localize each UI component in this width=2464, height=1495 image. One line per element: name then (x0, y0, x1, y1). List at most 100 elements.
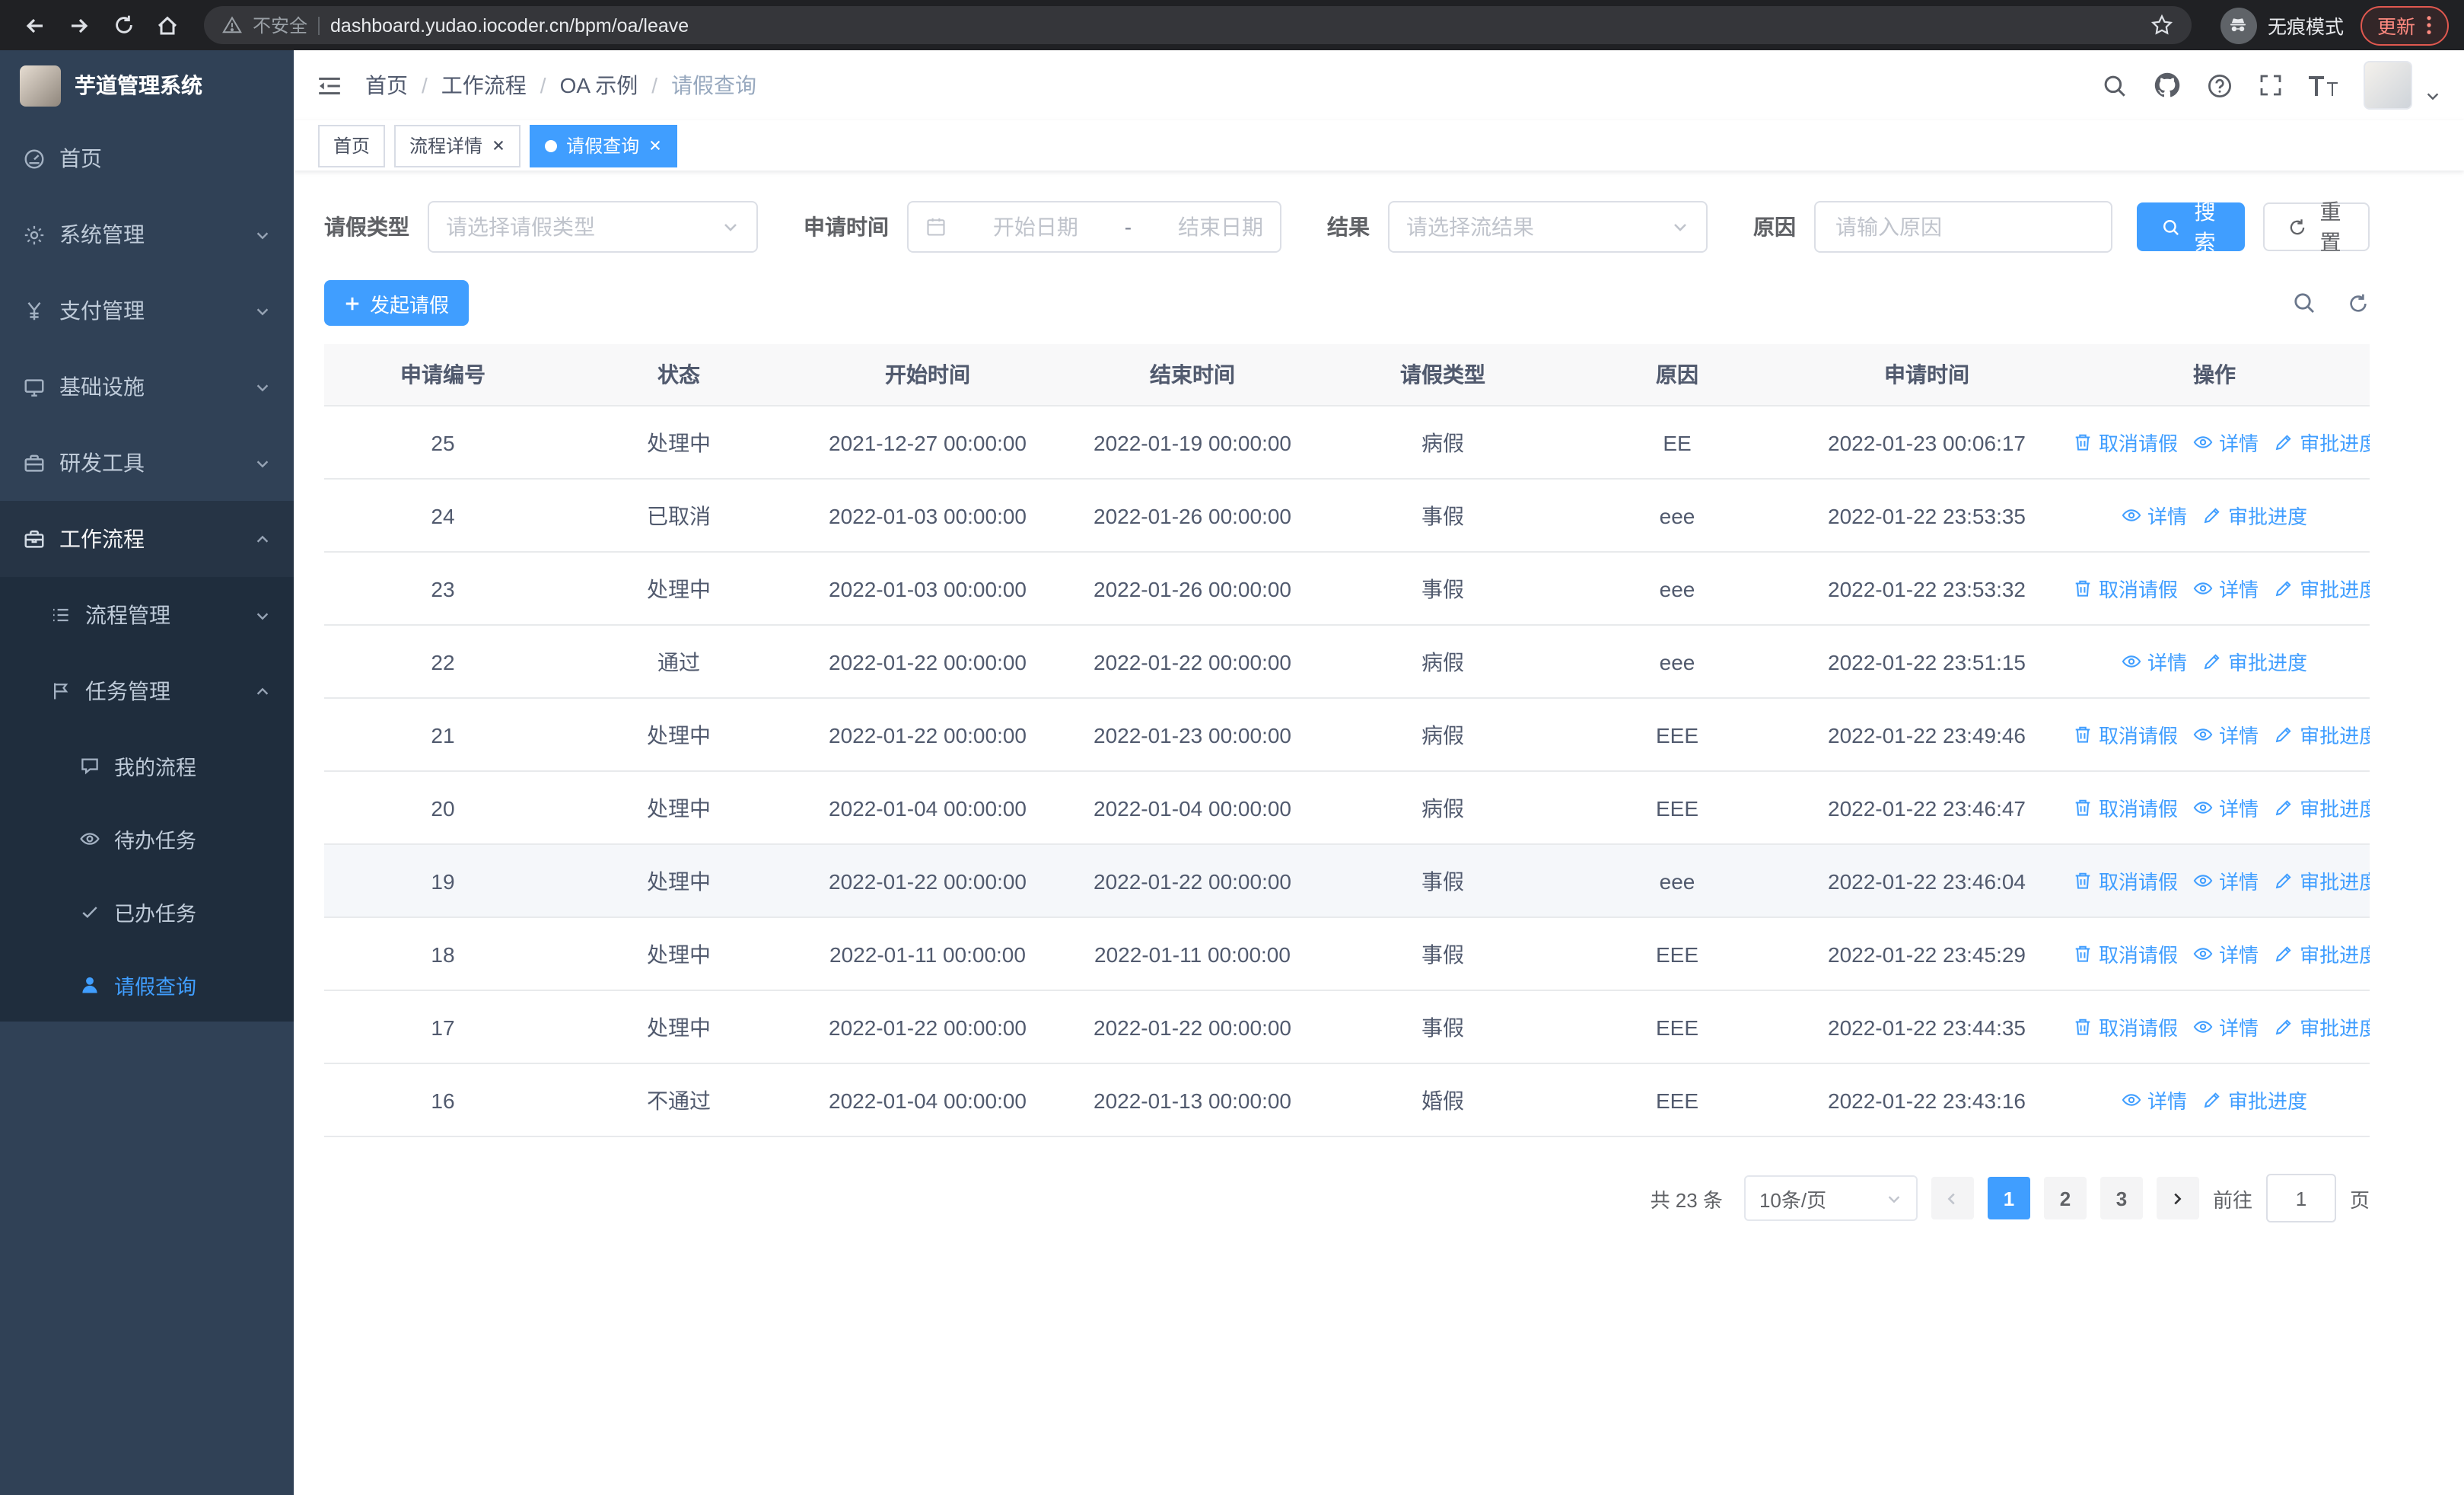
detail-link[interactable]: 详情 (2122, 501, 2187, 530)
detail-link[interactable]: 详情 (2122, 1085, 2187, 1114)
sidebar-item-todo-tasks[interactable]: 待办任务 (0, 802, 294, 875)
table-row: 21 处理中 2022-01-22 00:00:00 2022-01-23 00:00… (324, 698, 2370, 772)
browser-forward-icon[interactable] (59, 5, 99, 45)
cell-operations: 取消请假详情审批进度 (2059, 844, 2370, 918)
browser-home-icon[interactable] (148, 5, 187, 45)
sidebar-item-system[interactable]: 系统管理 (0, 196, 294, 273)
bookmark-star-icon[interactable] (2150, 14, 2173, 37)
prev-page-button[interactable] (1931, 1177, 1974, 1219)
cancel-leave-link[interactable]: 取消请假 (2073, 574, 2178, 603)
goto-page-input[interactable] (2265, 1174, 2336, 1222)
date-range-picker[interactable]: 开始日期 - 结束日期 (907, 201, 1281, 253)
browser-update-button[interactable]: 更新 (2360, 5, 2449, 45)
cell-apply-time: 2022-01-22 23:53:35 (1794, 479, 2059, 553)
browser-reload-icon[interactable] (103, 5, 143, 45)
sidebar-item-home[interactable]: 首页 (0, 120, 294, 196)
fullscreen-icon[interactable] (2259, 73, 2283, 97)
cell-status: 处理中 (562, 771, 796, 845)
detail-link[interactable]: 详情 (2193, 720, 2259, 749)
sidebar-item-workflow[interactable]: 工作流程 (0, 501, 294, 577)
approval-progress-link[interactable]: 审批进度 (2274, 939, 2370, 968)
reset-button[interactable]: 重置 (2262, 199, 2370, 254)
col-end-time: 结束时间 (1059, 344, 1326, 406)
cancel-leave-link[interactable]: 取消请假 (2073, 793, 2178, 822)
cancel-leave-link[interactable]: 取消请假 (2073, 720, 2178, 749)
cancel-leave-link[interactable]: 取消请假 (2073, 428, 2178, 457)
breadcrumb-home[interactable]: 首页 (365, 70, 441, 100)
search-icon[interactable] (2102, 72, 2128, 98)
breadcrumb-oa-example[interactable]: OA 示例 (560, 70, 672, 100)
sidebar-item-process-management[interactable]: 流程管理 (0, 577, 294, 653)
leave-type-select[interactable]: 请选择请假类型 (428, 201, 758, 253)
security-label[interactable]: 不安全 (253, 12, 307, 38)
sidebar-item-done-tasks[interactable]: 已办任务 (0, 875, 294, 948)
sidebar-item-devtools[interactable]: 研发工具 (0, 425, 294, 501)
approval-progress-link[interactable]: 审批进度 (2274, 428, 2370, 457)
cell-start-time: 2022-01-22 00:00:00 (796, 844, 1059, 918)
detail-link[interactable]: 详情 (2122, 647, 2187, 676)
approval-progress-link[interactable]: 审批进度 (2274, 793, 2370, 822)
browser-back-icon[interactable] (15, 5, 55, 45)
tab-home[interactable]: 首页 (318, 124, 386, 167)
app-logo[interactable]: 芋道管理系统 (0, 50, 294, 120)
detail-link[interactable]: 详情 (2193, 939, 2259, 968)
detail-link[interactable]: 详情 (2193, 428, 2259, 457)
approval-progress-link[interactable]: 审批进度 (2274, 1012, 2370, 1041)
approval-progress-link[interactable]: 审批进度 (2202, 647, 2307, 676)
cancel-leave-link[interactable]: 取消请假 (2073, 939, 2178, 968)
result-select[interactable]: 请选择流结果 (1388, 201, 1708, 253)
chevron-down-icon[interactable] (2424, 88, 2441, 104)
cancel-leave-link[interactable]: 取消请假 (2073, 866, 2178, 895)
tab-leave-query[interactable]: 请假查询 (530, 124, 678, 167)
avatar[interactable] (2364, 61, 2412, 110)
approval-progress-link[interactable]: 审批进度 (2274, 866, 2370, 895)
collapse-sidebar-icon[interactable] (317, 72, 342, 98)
cell-status: 处理中 (562, 552, 796, 626)
reason-input[interactable] (1832, 213, 2094, 241)
refresh-icon[interactable] (2347, 292, 2370, 314)
monitor-icon (23, 375, 46, 398)
incognito-icon (2220, 7, 2257, 43)
sidebar: 芋道管理系统 首页 系统管理 支付管理 基础设施 研发工具 工作流程 流程管理 … (0, 50, 294, 1495)
close-icon[interactable] (648, 139, 662, 152)
detail-link[interactable]: 详情 (2193, 1012, 2259, 1041)
close-icon[interactable] (492, 139, 505, 152)
cell-operations: 详情 审批进度 (2059, 625, 2370, 699)
approval-progress-link[interactable]: 审批进度 (2274, 574, 2370, 603)
sidebar-item-infrastructure[interactable]: 基础设施 (0, 349, 294, 425)
sidebar-item-leave-query[interactable]: 请假查询 (0, 948, 294, 1022)
page-size-select[interactable]: 10条/页 (1743, 1175, 1918, 1221)
help-icon[interactable] (2207, 72, 2233, 98)
cancel-leave-link[interactable]: 取消请假 (2073, 1012, 2178, 1041)
detail-link[interactable]: 详情 (2193, 866, 2259, 895)
sidebar-item-payment[interactable]: 支付管理 (0, 273, 294, 349)
font-size-icon[interactable] (2309, 75, 2338, 95)
page-button-2[interactable]: 2 (2043, 1177, 2087, 1219)
approval-progress-link[interactable]: 审批进度 (2202, 1085, 2307, 1114)
col-status: 状态 (562, 344, 796, 406)
sidebar-item-task-management[interactable]: 任务管理 (0, 653, 294, 729)
detail-link[interactable]: 详情 (2193, 793, 2259, 822)
browser-menu-icon[interactable] (2426, 15, 2432, 35)
github-icon[interactable] (2154, 72, 2181, 99)
page-button-3[interactable]: 3 (2099, 1177, 2143, 1219)
breadcrumb-workflow[interactable]: 工作流程 (441, 70, 560, 100)
chat-bubble-icon (79, 755, 100, 776)
detail-link[interactable]: 详情 (2193, 574, 2259, 603)
approval-progress-link[interactable]: 审批进度 (2202, 501, 2307, 530)
filter-form: 请假类型 请选择请假类型 申请时间 开始日期 - 结束日期 结果 请选择流结果 … (324, 199, 2370, 254)
edit-icon (2202, 1090, 2222, 1110)
tab-process-detail[interactable]: 流程详情 (394, 124, 521, 167)
create-leave-button[interactable]: 发起请假 (324, 280, 470, 326)
next-page-button[interactable] (2156, 1177, 2199, 1219)
page-button-1[interactable]: 1 (1987, 1177, 2030, 1219)
cell-leave-type: 事假 (1326, 990, 1560, 1064)
date-start-input[interactable]: 开始日期 (993, 212, 1078, 242)
sidebar-item-my-process[interactable]: 我的流程 (0, 729, 294, 802)
search-toggle-icon[interactable] (2292, 291, 2316, 315)
briefcase-icon (23, 528, 46, 550)
address-bar[interactable]: 不安全 dashboard.yudao.iocoder.cn/bpm/oa/le… (204, 6, 2192, 44)
date-end-input[interactable]: 结束日期 (1178, 212, 1263, 242)
approval-progress-link[interactable]: 审批进度 (2274, 720, 2370, 749)
search-button[interactable]: 搜索 (2137, 199, 2244, 254)
